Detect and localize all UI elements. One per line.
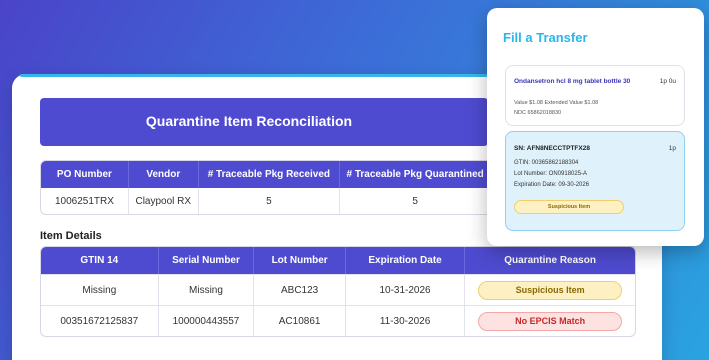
gtin-cell: Missing [41, 274, 159, 305]
header-gtin: GTIN 14 [41, 247, 159, 274]
page-title: Quarantine Item Reconciliation [145, 113, 353, 129]
status-badge: No EPCIS Match [478, 311, 623, 331]
pkg-quarantined-cell: 5 [340, 188, 492, 214]
lot-cell: AC10861 [254, 305, 346, 336]
serial-gtin: GTIN: 00365862188304 [514, 160, 579, 166]
pkg-received-cell: 5 [199, 188, 340, 214]
fill-transfer-panel: Fill a Transfer Ondansetron hcl 8 mg tab… [487, 8, 704, 246]
header-lot: Lot Number [254, 247, 346, 274]
serial-cell: Missing [158, 274, 255, 305]
product-ndc: NDC 65862018830 [514, 110, 562, 116]
product-qty: 1p 0u [659, 78, 676, 85]
vendor-cell: Claypool RX [129, 188, 199, 214]
item-details-table: GTIN 14 Serial Number Lot Number Expirat… [40, 246, 636, 337]
gtin-cell: 00351672125837 [41, 305, 159, 336]
reason-cell: Suspicious Item [465, 274, 635, 305]
header-reason: Quarantine Reason [465, 247, 635, 274]
product-card[interactable]: Ondansetron hcl 8 mg tablet bottle 30 1p… [505, 65, 685, 126]
serial-card[interactable]: SN: AFN8NECCTPTFX28 1p GTIN: 00365862188… [505, 131, 685, 231]
serial-expiration: Expiration Date: 09-30-2026 [514, 182, 590, 188]
table-row[interactable]: 00351672125837 100000443557 AC10861 11-3… [41, 305, 635, 336]
status-badge: Suspicious Item [514, 200, 624, 214]
lot-cell: ABC123 [254, 274, 346, 305]
header-pkg-quarantined: # Traceable Pkg Quarantined [339, 161, 492, 188]
product-name: Ondansetron hcl 8 mg tablet bottle 30 [514, 78, 631, 85]
table-row[interactable]: 1006251TRX Claypool RX 5 5 [41, 188, 539, 214]
status-badge: Suspicious Item [478, 280, 623, 300]
header-serial: Serial Number [158, 247, 255, 274]
header-pkg-received: # Traceable Pkg Received [198, 161, 340, 188]
serial-number: SN: AFN8NECCTPTFX28 [514, 145, 590, 152]
serial-cell: 100000443557 [158, 305, 255, 336]
serial-lot: Lot Number: ON0918025-A [514, 171, 588, 177]
title-bar: Quarantine Item Reconciliation [40, 98, 488, 146]
po-number-cell: 1006251TRX [41, 188, 129, 214]
po-summary-table: PO Number Vendor # Traceable Pkg Receive… [40, 160, 540, 215]
header-po-number: PO Number [41, 161, 129, 188]
serial-qty: 1p [668, 145, 676, 152]
item-details-label: Item Details [40, 230, 102, 242]
header-expiration: Expiration Date [345, 247, 466, 274]
expiration-cell: 10-31-2026 [345, 274, 466, 305]
expiration-cell: 11-30-2026 [345, 305, 466, 336]
reason-cell: No EPCIS Match [465, 305, 635, 336]
transfer-title: Fill a Transfer [503, 30, 588, 45]
product-value: Value $1.08 Extended Value $1.08 [514, 100, 599, 106]
table-row[interactable]: Missing Missing ABC123 10-31-2026 Suspic… [41, 274, 635, 305]
header-vendor: Vendor [128, 161, 199, 188]
